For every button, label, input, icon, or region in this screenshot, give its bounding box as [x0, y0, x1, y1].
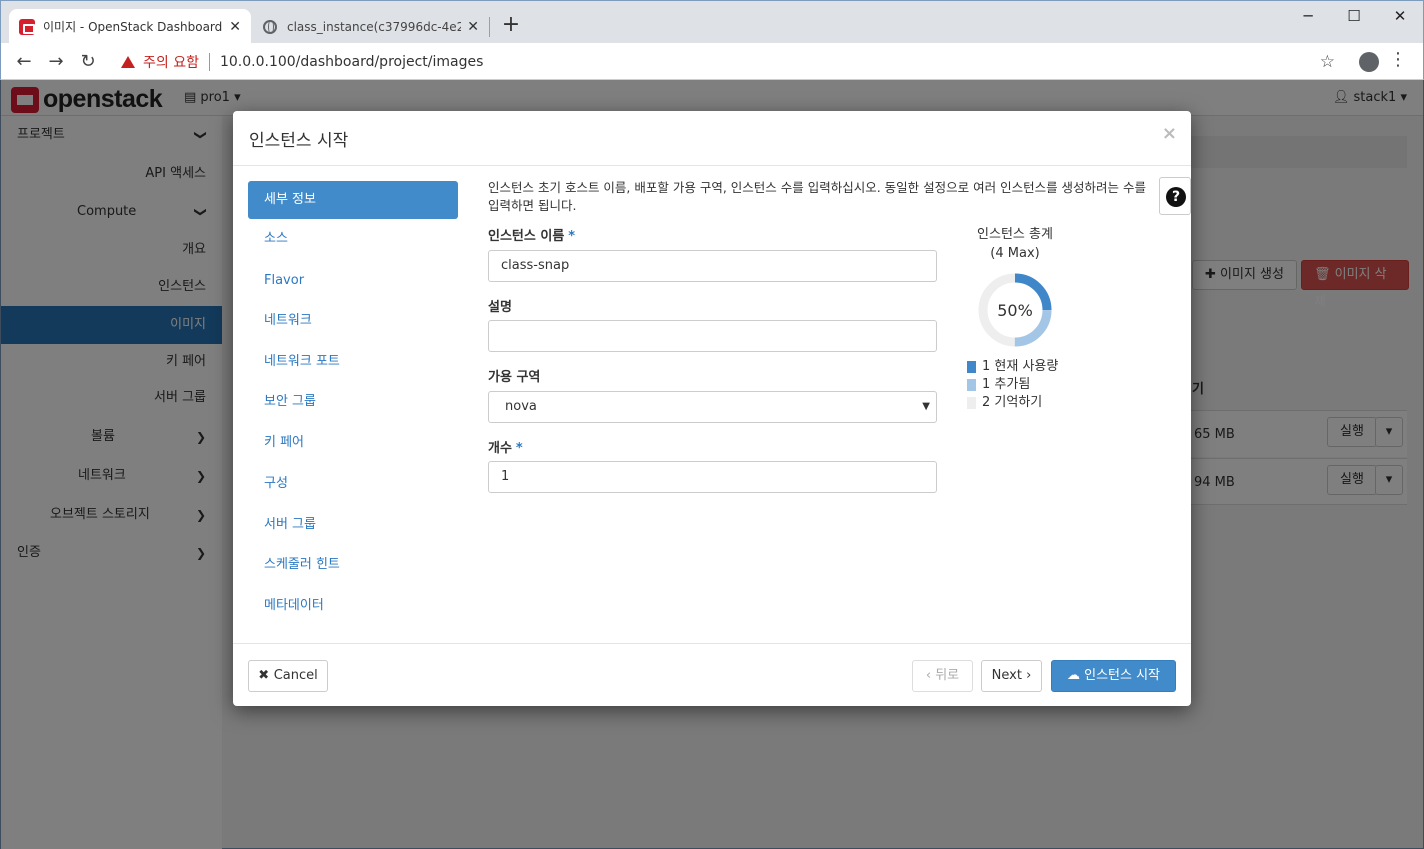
chevron-right-icon: › — [1021, 668, 1032, 683]
count-label: 개수 * — [488, 437, 523, 456]
legend-item: 1 추가됨 — [967, 376, 1058, 394]
caret-down-icon: ▼ — [922, 401, 930, 412]
maximize-button[interactable]: ☐ — [1331, 1, 1377, 31]
wizard-step-key-pair[interactable]: 키 페어 — [248, 424, 458, 462]
tab-separator — [489, 17, 490, 37]
launch-instance-button[interactable]: ☁ 인스턴스 시작 — [1051, 660, 1176, 692]
back-button[interactable]: ‹ 뒤로 — [912, 660, 973, 692]
legend-count: 1 — [982, 359, 991, 374]
question-circle-icon: ? — [1166, 187, 1186, 207]
back-arrow-icon[interactable]: ← — [11, 49, 37, 75]
tab-close-icon[interactable]: ✕ — [229, 19, 241, 35]
instance-name-input[interactable]: class-snap — [488, 250, 937, 282]
quota-legend: 1 현재 사용량 1 추가됨 2 기억하기 — [967, 358, 1058, 412]
legend-item: 2 기억하기 — [967, 394, 1058, 412]
chevron-left-icon: ‹ — [925, 668, 936, 683]
wizard-step-security-groups[interactable]: 보안 그룹 — [248, 383, 458, 421]
omnibox[interactable]: 주의 요함 10.0.0.100/dashboard/project/image… — [109, 48, 1349, 76]
modal-title: 인스턴스 시작 — [249, 131, 349, 151]
wizard-step-scheduler-hints[interactable]: 스케줄러 힌트 — [248, 546, 458, 584]
description-label: 설명 — [488, 300, 512, 315]
details-help-text: 인스턴스 초기 호스트 이름, 배포할 가용 구역, 인스턴스 수를 입력하십시… — [488, 180, 1147, 213]
warning-icon — [121, 56, 135, 68]
wizard-step-network-ports[interactable]: 네트워크 포트 — [248, 343, 458, 381]
quota-max: (4 Max) — [990, 246, 1040, 261]
button-label: Cancel — [273, 668, 318, 683]
launch-instance-modal: 인스턴스 시작 × 세부 정보 소스 Flavor 네트워크 네트워크 포트 보… — [233, 111, 1191, 706]
legend-count: 2 — [982, 395, 991, 410]
modal-footer: ✖ Cancel ‹ 뒤로 Next › ☁ 인스턴스 시작 — [233, 643, 1191, 706]
browser-tab-inactive[interactable]: class_instance(c37996dc-4e20-4 ✕ — [253, 9, 489, 44]
url-text[interactable]: 10.0.0.100/dashboard/project/images — [220, 54, 483, 70]
forward-arrow-icon[interactable]: → — [43, 49, 69, 75]
availability-zone-select[interactable]: nova ▼ — [488, 391, 937, 423]
count-input[interactable]: 1 — [488, 461, 937, 493]
required-asterisk-icon: * — [568, 229, 576, 244]
legend-swatch — [967, 379, 976, 391]
security-warning[interactable]: 주의 요함 — [143, 52, 199, 72]
browser-tab-active[interactable]: 이미지 - OpenStack Dashboard ✕ — [9, 9, 251, 44]
address-bar: ← → ↻ 주의 요함 10.0.0.100/dashboard/project… — [0, 43, 1424, 80]
close-icon: ✖ — [258, 668, 274, 683]
legend-swatch — [967, 361, 976, 373]
wizard-step-details[interactable]: 세부 정보 — [248, 181, 458, 219]
profile-avatar-icon[interactable] — [1359, 52, 1379, 72]
label-text: 인스턴스 이름 — [488, 229, 565, 244]
label-text: 개수 — [488, 441, 512, 456]
legend-label: 추가됨 — [994, 377, 1031, 392]
wizard-step-server-groups[interactable]: 서버 그룹 — [248, 506, 458, 544]
description-input[interactable] — [488, 320, 937, 352]
wizard-step-source[interactable]: 소스 — [248, 220, 458, 258]
modal-header: 인스턴스 시작 × — [233, 111, 1191, 166]
legend-label: 현재 사용량 — [994, 359, 1059, 374]
browser-tab-strip: 이미지 - OpenStack Dashboard ✕ class_instan… — [0, 0, 1424, 44]
legend-item: 1 현재 사용량 — [967, 358, 1058, 376]
required-asterisk-icon: * — [515, 441, 523, 456]
legend-label: 기억하기 — [994, 395, 1043, 410]
instance-quota-chart: 인스턴스 총계 (4 Max) 50% — [963, 225, 1067, 351]
legend-swatch — [967, 397, 976, 409]
close-icon[interactable]: × — [1162, 123, 1177, 144]
wizard-step-metadata[interactable]: 메타데이터 — [248, 587, 458, 625]
browser-menu-icon[interactable]: ⋮ — [1389, 50, 1407, 70]
wizard-step-networks[interactable]: 네트워크 — [248, 302, 458, 340]
legend-count: 1 — [982, 377, 991, 392]
button-label: Next — [991, 668, 1022, 683]
wizard-step-flavor[interactable]: Flavor — [248, 262, 458, 300]
openstack-favicon-icon — [19, 18, 35, 35]
tab-title: class_instance(c37996dc-4e20-4 — [287, 19, 462, 34]
bookmark-star-icon[interactable]: ☆ — [1320, 52, 1335, 72]
help-button[interactable]: ? — [1159, 177, 1191, 215]
window-close-button[interactable]: ✕ — [1377, 1, 1423, 31]
wizard-step-configuration[interactable]: 구성 — [248, 465, 458, 503]
quota-donut: 50% — [978, 273, 1052, 347]
tab-close-icon[interactable]: ✕ — [467, 19, 479, 35]
reload-icon[interactable]: ↻ — [75, 49, 101, 75]
donut-percent-label: 50% — [997, 301, 1033, 320]
cloud-upload-icon: ☁ — [1066, 668, 1085, 683]
instance-name-label: 인스턴스 이름 * — [488, 225, 575, 244]
availability-zone-label: 가용 구역 — [488, 370, 541, 385]
tab-title: 이미지 - OpenStack Dashboard — [43, 20, 223, 34]
omnibox-divider — [208, 53, 210, 71]
cancel-button[interactable]: ✖ Cancel — [248, 660, 328, 692]
globe-icon — [263, 19, 277, 34]
select-value: nova — [505, 399, 537, 414]
minimize-button[interactable]: ─ — [1285, 1, 1331, 31]
quota-title: 인스턴스 총계 — [977, 227, 1053, 242]
button-label: 인스턴스 시작 — [1084, 668, 1161, 683]
button-label: 뒤로 — [935, 668, 960, 683]
next-button[interactable]: Next › — [981, 660, 1042, 692]
new-tab-button[interactable]: + — [499, 13, 523, 37]
